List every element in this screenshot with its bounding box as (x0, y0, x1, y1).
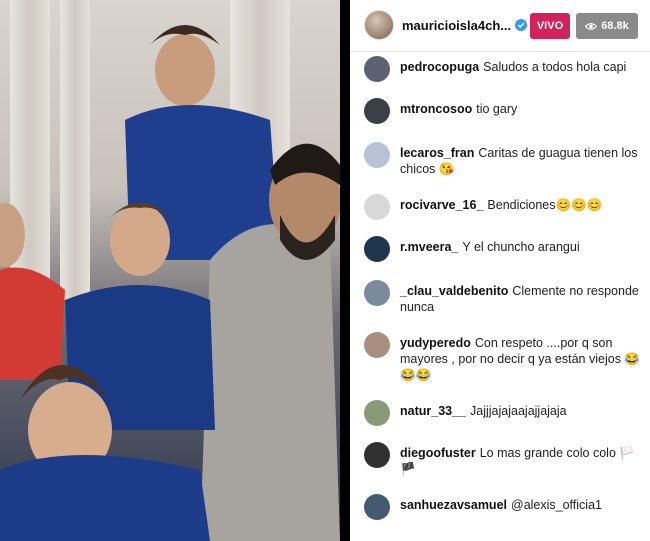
commenter-avatar[interactable] (364, 280, 390, 306)
comment-text: Y el chuncho arangui (462, 240, 580, 254)
divider (340, 0, 350, 541)
live-badge: VIVO (530, 13, 570, 39)
live-video[interactable] (0, 0, 340, 541)
host-username[interactable]: mauricioisla4ch... (402, 18, 511, 33)
comments-panel: mauricioisla4ch... VIVO 68.8k pedrocopug… (350, 0, 650, 541)
commenter-username[interactable]: pedrocopuga (400, 60, 479, 74)
commenter-avatar[interactable] (364, 142, 390, 168)
commenter-avatar[interactable] (364, 400, 390, 426)
commenter-username[interactable]: mtroncosoo (400, 102, 472, 116)
commenter-avatar[interactable] (364, 332, 390, 358)
comment-text: Bendiciones😊😊😊 (487, 198, 603, 212)
commenter-username[interactable]: rocivarve_16_ (400, 198, 483, 212)
commenter-username[interactable]: diegoofuster (400, 446, 476, 460)
commenter-avatar[interactable] (364, 98, 390, 124)
commenter-avatar[interactable] (364, 236, 390, 262)
host-avatar[interactable] (364, 10, 394, 40)
commenter-avatar[interactable] (364, 56, 390, 82)
commenter-username[interactable]: sanhuezavsamuel (400, 498, 507, 512)
players-in-video (0, 25, 340, 541)
commenter-avatar[interactable] (364, 494, 390, 520)
commenter-username[interactable]: lecaros_fran (400, 146, 474, 160)
commenter-username[interactable]: r.mveera_ (400, 240, 458, 254)
commenter-username[interactable]: yudyperedo (400, 336, 471, 350)
verified-badge-icon (515, 19, 528, 31)
instagram-live-screen: mauricioisla4ch... VIVO 68.8k pedrocopug… (0, 0, 650, 541)
live-header: mauricioisla4ch... VIVO 68.8k (350, 0, 650, 50)
commenter-username[interactable]: natur_33__ (400, 404, 466, 418)
viewer-count-badge[interactable]: 68.8k (576, 13, 638, 39)
eye-icon (585, 22, 598, 30)
commenter-avatar[interactable] (364, 442, 390, 468)
comment-text: tio gary (476, 102, 518, 116)
viewer-count: 68.8k (601, 20, 629, 32)
comment-text: @alexis_officia1 (511, 498, 602, 512)
header-separator (350, 51, 650, 52)
comment-text: Jajjjajajaajajjajaja (470, 404, 567, 418)
commenter-username[interactable]: _clau_valdebenito (400, 284, 508, 298)
comment-text: Saludos a todos hola capi (483, 60, 627, 74)
commenter-avatar[interactable] (364, 194, 390, 220)
